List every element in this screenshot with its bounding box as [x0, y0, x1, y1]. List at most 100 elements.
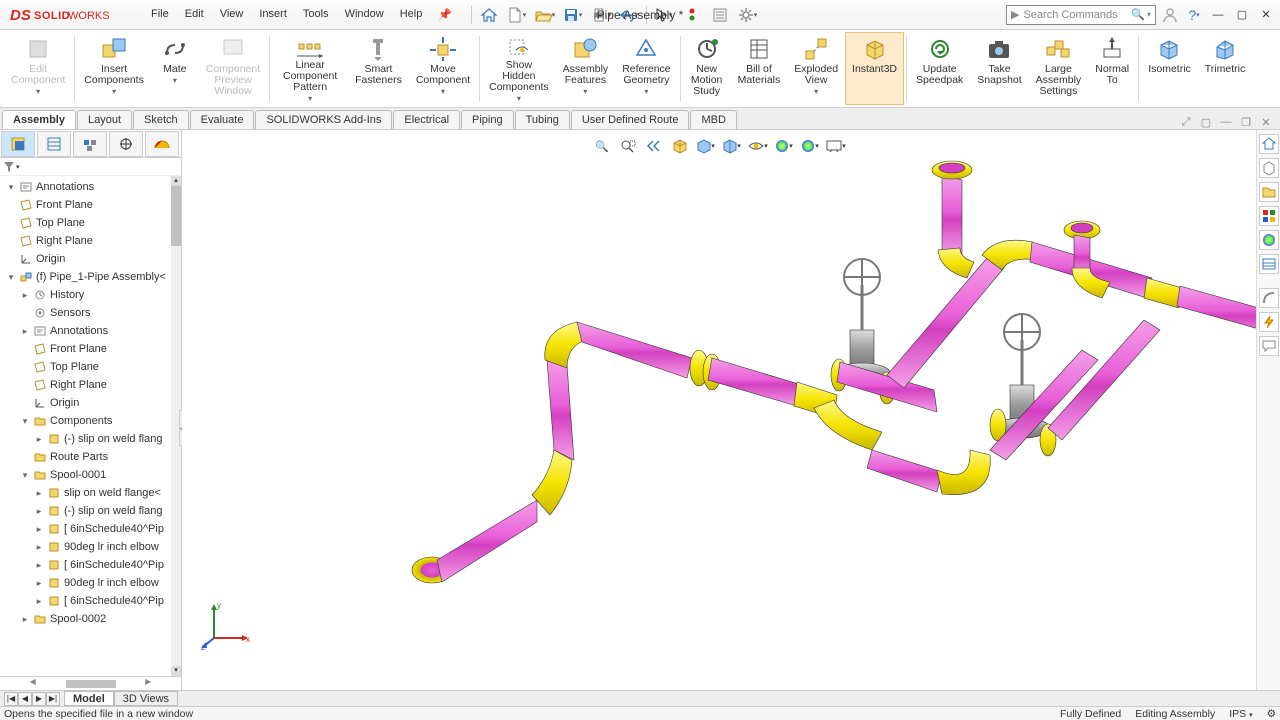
fm-design-tree-icon[interactable]	[1, 131, 35, 157]
tree-node[interactable]: Sensors	[0, 304, 181, 322]
ribbon-take-snapshot[interactable]: TakeSnapshot	[970, 32, 1028, 105]
fm-display-icon[interactable]	[145, 131, 179, 157]
ribbon-exploded-view[interactable]: ExplodedView▾	[787, 32, 845, 105]
settings-icon[interactable]: ▾	[737, 4, 759, 26]
menu-view[interactable]: View	[213, 4, 251, 25]
tree-node[interactable]: ▸[ 6inSchedule40^Pip	[0, 520, 181, 538]
tree-node[interactable]: ▸[ 6inSchedule40^Pip	[0, 592, 181, 610]
tree-expander[interactable]: ▸	[20, 290, 30, 301]
tree-expander[interactable]: ▸	[20, 614, 30, 625]
menu-edit[interactable]: Edit	[178, 4, 211, 25]
ribbon-bill-of-materials[interactable]: Bill ofMaterials	[731, 32, 788, 105]
menu-insert[interactable]: Insert	[252, 4, 294, 25]
tab-nav-first[interactable]: |◀	[4, 692, 18, 706]
tree-expander[interactable]: ▾	[20, 470, 30, 481]
menu-window[interactable]: Window	[338, 4, 391, 25]
ribbon-reference-geometry[interactable]: ReferenceGeometry▾	[615, 32, 677, 105]
cm-tab-sketch[interactable]: Sketch	[133, 110, 189, 129]
feature-tree[interactable]: ▾AnnotationsFront PlaneTop PlaneRight Pl…	[0, 176, 181, 630]
tp-design-library-icon[interactable]	[1259, 158, 1279, 178]
maximize-icon[interactable]: ▢	[1232, 5, 1252, 25]
tree-node[interactable]: Origin	[0, 394, 181, 412]
tree-expander[interactable]: ▸	[34, 560, 44, 571]
bottom-tab-model[interactable]: Model	[64, 691, 114, 706]
cm-tab-layout[interactable]: Layout	[77, 110, 132, 129]
ribbon-move-component[interactable]: MoveComponent▾	[409, 32, 477, 105]
tree-expander[interactable]: ▸	[34, 524, 44, 535]
tree-node[interactable]: Top Plane	[0, 358, 181, 376]
tree-expander[interactable]: ▸	[34, 542, 44, 553]
tp-file-explorer-icon[interactable]	[1259, 182, 1279, 202]
tp-routing-icon[interactable]	[1259, 288, 1279, 308]
close-icon[interactable]: ✕	[1256, 5, 1276, 25]
tab-nav-prev[interactable]: ◀	[18, 692, 32, 706]
tree-node[interactable]: Top Plane	[0, 214, 181, 232]
menu-pin-icon[interactable]: 📌	[431, 4, 459, 25]
cm-tab-evaluate[interactable]: Evaluate	[190, 110, 255, 129]
tree-expander[interactable]: ▾	[6, 272, 16, 283]
tree-expander[interactable]: ▸	[34, 578, 44, 589]
bottom-tab-3dviews[interactable]: 3D Views	[114, 691, 178, 706]
tree-node[interactable]: ▾Spool-0001	[0, 466, 181, 484]
tree-expander[interactable]: ▾	[6, 182, 16, 193]
ribbon-instant3d[interactable]: Instant3D	[845, 32, 904, 105]
ribbon-isometric[interactable]: Isometric	[1141, 32, 1198, 105]
tree-node[interactable]: Route Parts	[0, 448, 181, 466]
tree-node[interactable]: ▸Spool-0002	[0, 610, 181, 628]
cm-tab-assembly[interactable]: Assembly	[2, 110, 76, 129]
tree-expander[interactable]: ▸	[34, 488, 44, 499]
view-triad[interactable]: y x z	[202, 600, 252, 650]
tp-view-palette-icon[interactable]	[1259, 206, 1279, 226]
tabstrip-box-icon[interactable]: ▢	[1198, 116, 1214, 129]
status-settings-icon[interactable]: ⚙	[1267, 708, 1276, 720]
tree-node[interactable]: ▾Annotations	[0, 178, 181, 196]
tree-node[interactable]: Front Plane	[0, 196, 181, 214]
ribbon-assembly-features[interactable]: AssemblyFeatures▾	[556, 32, 616, 105]
tree-node[interactable]: Right Plane	[0, 376, 181, 394]
tree-node[interactable]: Right Plane	[0, 232, 181, 250]
fm-configuration-icon[interactable]	[73, 131, 107, 157]
tree-expander[interactable]: ▸	[34, 434, 44, 445]
ribbon-linear-component-pattern[interactable]: Linear ComponentPattern▾	[272, 32, 348, 105]
tree-node[interactable]: Front Plane	[0, 340, 181, 358]
tabstrip-close-icon[interactable]: ✕	[1258, 116, 1274, 129]
tree-node[interactable]: ▸90deg lr inch elbow	[0, 574, 181, 592]
tabstrip-minimize-icon[interactable]: —	[1218, 116, 1234, 129]
tree-expander[interactable]: ▾	[20, 416, 30, 427]
tree-expander[interactable]: ▸	[20, 326, 30, 337]
ribbon-trimetric[interactable]: Trimetric	[1198, 32, 1252, 105]
menu-help[interactable]: Help	[393, 4, 430, 25]
tab-nav-next[interactable]: ▶	[32, 692, 46, 706]
ribbon-update-speedpak[interactable]: UpdateSpeedpak	[909, 32, 970, 105]
tp-electrical-icon[interactable]	[1259, 312, 1279, 332]
status-units[interactable]: IPS ▾	[1229, 708, 1252, 720]
tree-node[interactable]: ▸(-) slip on weld flang	[0, 430, 181, 448]
tp-appearances-icon[interactable]	[1259, 230, 1279, 250]
save-icon[interactable]: ▾	[562, 4, 584, 26]
fm-dimxpert-icon[interactable]	[109, 131, 143, 157]
tree-node[interactable]: ▾Components	[0, 412, 181, 430]
tp-forum-icon[interactable]	[1259, 336, 1279, 356]
tabstrip-restore-icon[interactable]: ❐	[1238, 116, 1254, 129]
ribbon-mate[interactable]: Mate▾	[151, 32, 199, 105]
tab-nav-last[interactable]: ▶|	[46, 692, 60, 706]
cm-tab-mbd[interactable]: MBD	[690, 110, 736, 129]
tree-node[interactable]: ▸90deg lr inch elbow	[0, 538, 181, 556]
graphics-viewport[interactable]: 🔍 ▾ ▾ ▾ ▾ ▾ ▾	[182, 130, 1256, 690]
ribbon-show-hidden-components[interactable]: ShowHiddenComponents▾	[482, 32, 556, 105]
tree-node[interactable]: ▸(-) slip on weld flang	[0, 502, 181, 520]
tp-custom-props-icon[interactable]	[1259, 254, 1279, 274]
tree-node[interactable]: ▸[ 6inSchedule40^Pip	[0, 556, 181, 574]
ribbon-new-motion-study[interactable]: NewMotionStudy	[683, 32, 731, 105]
cm-tab-tubing[interactable]: Tubing	[515, 110, 570, 129]
tree-node[interactable]: ▸History	[0, 286, 181, 304]
search-commands-input[interactable]: ▶ Search Commands 🔍 ▾	[1006, 5, 1156, 25]
tp-resources-icon[interactable]	[1259, 134, 1279, 154]
menu-tools[interactable]: Tools	[296, 4, 336, 25]
open-icon[interactable]: ▾	[534, 4, 556, 26]
tree-node[interactable]: Origin	[0, 250, 181, 268]
rebuild-icon[interactable]	[681, 4, 703, 26]
tabstrip-expand-icon[interactable]: ⤢	[1178, 116, 1194, 129]
cm-tab-electrical[interactable]: Electrical	[393, 110, 460, 129]
ribbon-insert-components[interactable]: InsertComponents▾	[77, 32, 151, 105]
